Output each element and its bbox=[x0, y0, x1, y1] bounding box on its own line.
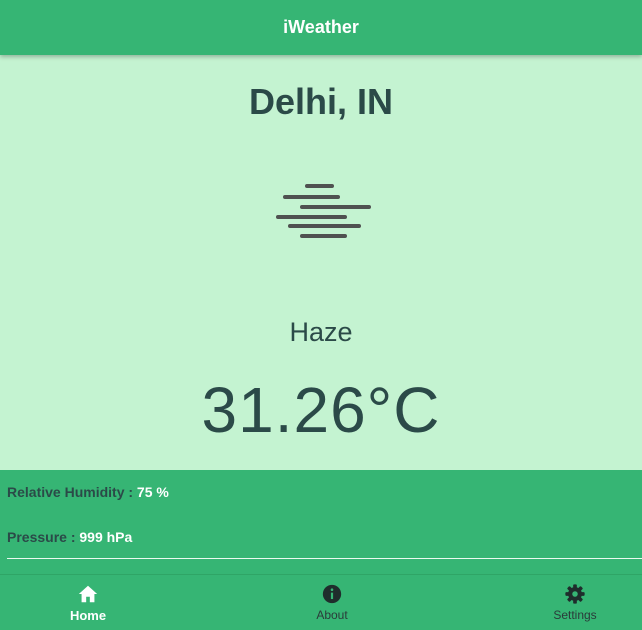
nav-home[interactable]: Home bbox=[28, 575, 148, 630]
weather-panel: Delhi, IN Haze 31.26°C bbox=[0, 55, 642, 470]
weather-condition: Haze bbox=[289, 317, 353, 347]
home-icon bbox=[78, 585, 98, 603]
app-header: iWeather bbox=[0, 0, 642, 55]
haze-icon bbox=[275, 180, 373, 244]
pressure-value: 999 hPa bbox=[79, 529, 133, 545]
divider bbox=[7, 558, 642, 559]
info-icon bbox=[322, 584, 342, 604]
nav-about[interactable]: About bbox=[272, 575, 392, 630]
humidity-row: Relative Humidity : 75 % bbox=[7, 484, 169, 500]
details-panel: Relative Humidity : 75 % Pressure : 999 … bbox=[0, 470, 642, 574]
nav-settings[interactable]: Settings bbox=[515, 575, 635, 630]
gear-icon bbox=[565, 584, 585, 604]
nav-settings-label: Settings bbox=[553, 608, 597, 622]
humidity-label: Relative Humidity : bbox=[7, 484, 134, 500]
temperature: 31.26°C bbox=[201, 374, 441, 446]
nav-about-label: About bbox=[316, 608, 348, 622]
app-title: iWeather bbox=[283, 17, 359, 37]
bottom-navigation: Home About Settings bbox=[0, 574, 642, 630]
nav-home-label: Home bbox=[69, 608, 107, 623]
humidity-value: 75 % bbox=[136, 484, 169, 500]
pressure-row: Pressure : 999 hPa bbox=[7, 529, 132, 545]
pressure-label: Pressure : bbox=[7, 529, 76, 545]
city-name: Delhi, IN bbox=[248, 81, 394, 122]
